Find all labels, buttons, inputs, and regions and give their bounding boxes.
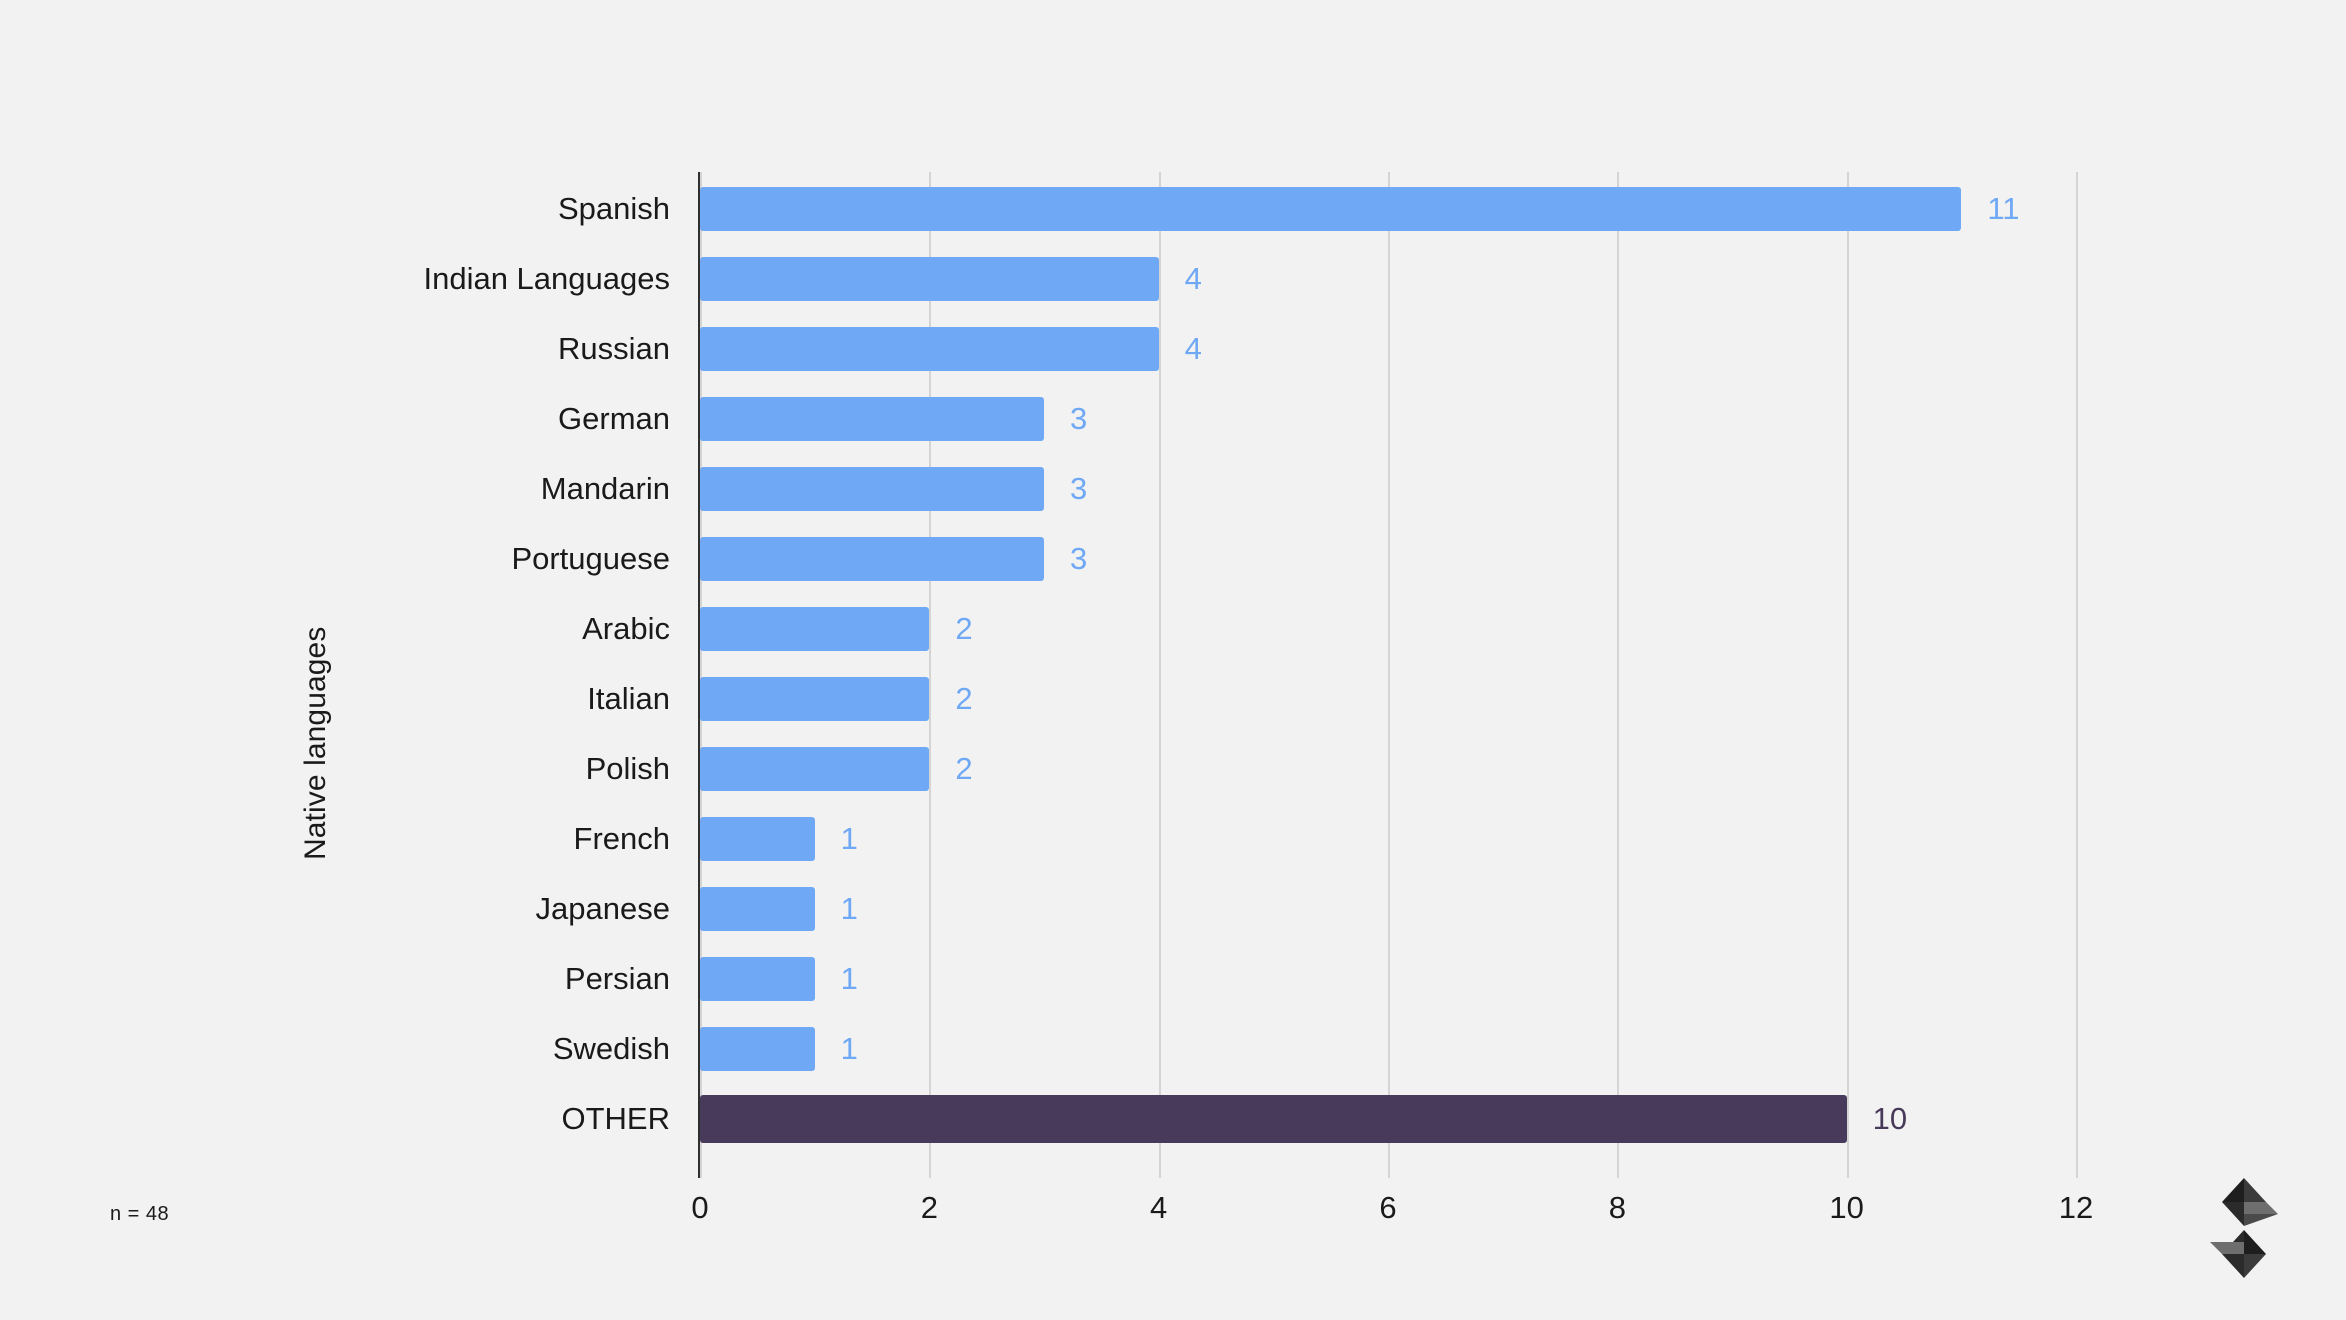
- bar[interactable]: [700, 327, 1159, 371]
- bar-value-label: 10: [1872, 1101, 1908, 1136]
- bar[interactable]: [700, 607, 930, 651]
- bar-row: Indian Languages 4: [423, 244, 2076, 314]
- bar-value-label: 4: [1184, 331, 1202, 366]
- bar[interactable]: [700, 257, 1159, 301]
- bar-row: Swedish 1: [553, 1014, 2076, 1084]
- bar-value-label: 1: [840, 891, 858, 926]
- bar-value-label: 3: [1070, 401, 1088, 436]
- bar-value-label: 2: [955, 751, 973, 786]
- bar[interactable]: [700, 397, 1044, 441]
- bar-row: Italian 2: [587, 664, 2076, 734]
- category-label: Portuguese: [511, 541, 670, 576]
- category-label: Swedish: [552, 1031, 670, 1066]
- bar-row: Mandarin 3: [541, 454, 2076, 524]
- category-label: Japanese: [535, 891, 670, 926]
- x-tick-label: 6: [1379, 1190, 1397, 1225]
- category-label: Russian: [558, 331, 670, 366]
- bar-value-label: 1: [840, 1031, 858, 1066]
- gridline: [2076, 172, 2078, 1178]
- x-tick-label: 12: [2058, 1190, 2094, 1225]
- bar-value-label: 1: [840, 961, 858, 996]
- bar-row: French 1: [574, 804, 2076, 874]
- bar-row: Portuguese 3: [511, 524, 2076, 594]
- sample-size-annotation: n = 48: [110, 1203, 170, 1225]
- bar-row: Arabic 2: [582, 594, 2076, 664]
- x-tick-label: 10: [1829, 1190, 1864, 1225]
- category-label: Persian: [564, 961, 670, 996]
- bar[interactable]: [700, 887, 815, 931]
- bar[interactable]: [700, 1027, 815, 1071]
- bar-row: OTHER 10: [562, 1084, 2076, 1154]
- bar-value-label: 4: [1184, 261, 1202, 296]
- category-label: Italian: [587, 681, 670, 716]
- category-label: Indian Languages: [423, 261, 670, 296]
- x-tick-label: 8: [1608, 1190, 1626, 1225]
- bar-value-label: 2: [955, 611, 973, 646]
- x-tick-label: 2: [920, 1190, 938, 1225]
- category-label: Mandarin: [540, 471, 670, 506]
- bar[interactable]: [700, 747, 930, 791]
- bar-value-label: 2: [955, 681, 973, 716]
- bar[interactable]: [700, 677, 930, 721]
- category-label: OTHER: [561, 1101, 671, 1136]
- bar-value-label: 3: [1070, 471, 1088, 506]
- x-tick-label: 0: [691, 1190, 709, 1225]
- bar-row: Russian 4: [558, 314, 2076, 384]
- bar-value-label: 1: [840, 821, 858, 856]
- bar-chart: Native languages Spanish 11 Indian Languag…: [0, 0, 2346, 1320]
- bar[interactable]: [700, 817, 815, 861]
- bar[interactable]: [700, 1095, 1847, 1143]
- bar[interactable]: [700, 957, 815, 1001]
- bar-row: German 3: [558, 384, 2076, 454]
- brand-logo-icon: [2196, 1172, 2292, 1284]
- bar-row: Polish 2: [586, 734, 2076, 804]
- bar[interactable]: [700, 187, 1962, 231]
- category-label: Polish: [585, 751, 670, 786]
- x-tick-label: 4: [1150, 1190, 1168, 1225]
- bar-value-label: 11: [1987, 191, 2020, 226]
- category-label: Spanish: [557, 191, 670, 226]
- plot-area: Spanish 11 Indian Languages 4 Russian 4 German…: [423, 172, 2078, 1178]
- bar-row: Spanish 11: [558, 174, 2076, 244]
- category-label: French: [573, 821, 670, 856]
- bar[interactable]: [700, 537, 1044, 581]
- category-label: German: [558, 401, 670, 436]
- bar-value-label: 3: [1070, 541, 1088, 576]
- bar-row: Persian 1: [565, 944, 2076, 1014]
- category-label: Arabic: [582, 611, 670, 646]
- x-axis-ticks: 0 2 4 6 8 10 12: [691, 1190, 2093, 1240]
- bar-row: Japanese 1: [536, 874, 2076, 944]
- bar[interactable]: [700, 467, 1044, 511]
